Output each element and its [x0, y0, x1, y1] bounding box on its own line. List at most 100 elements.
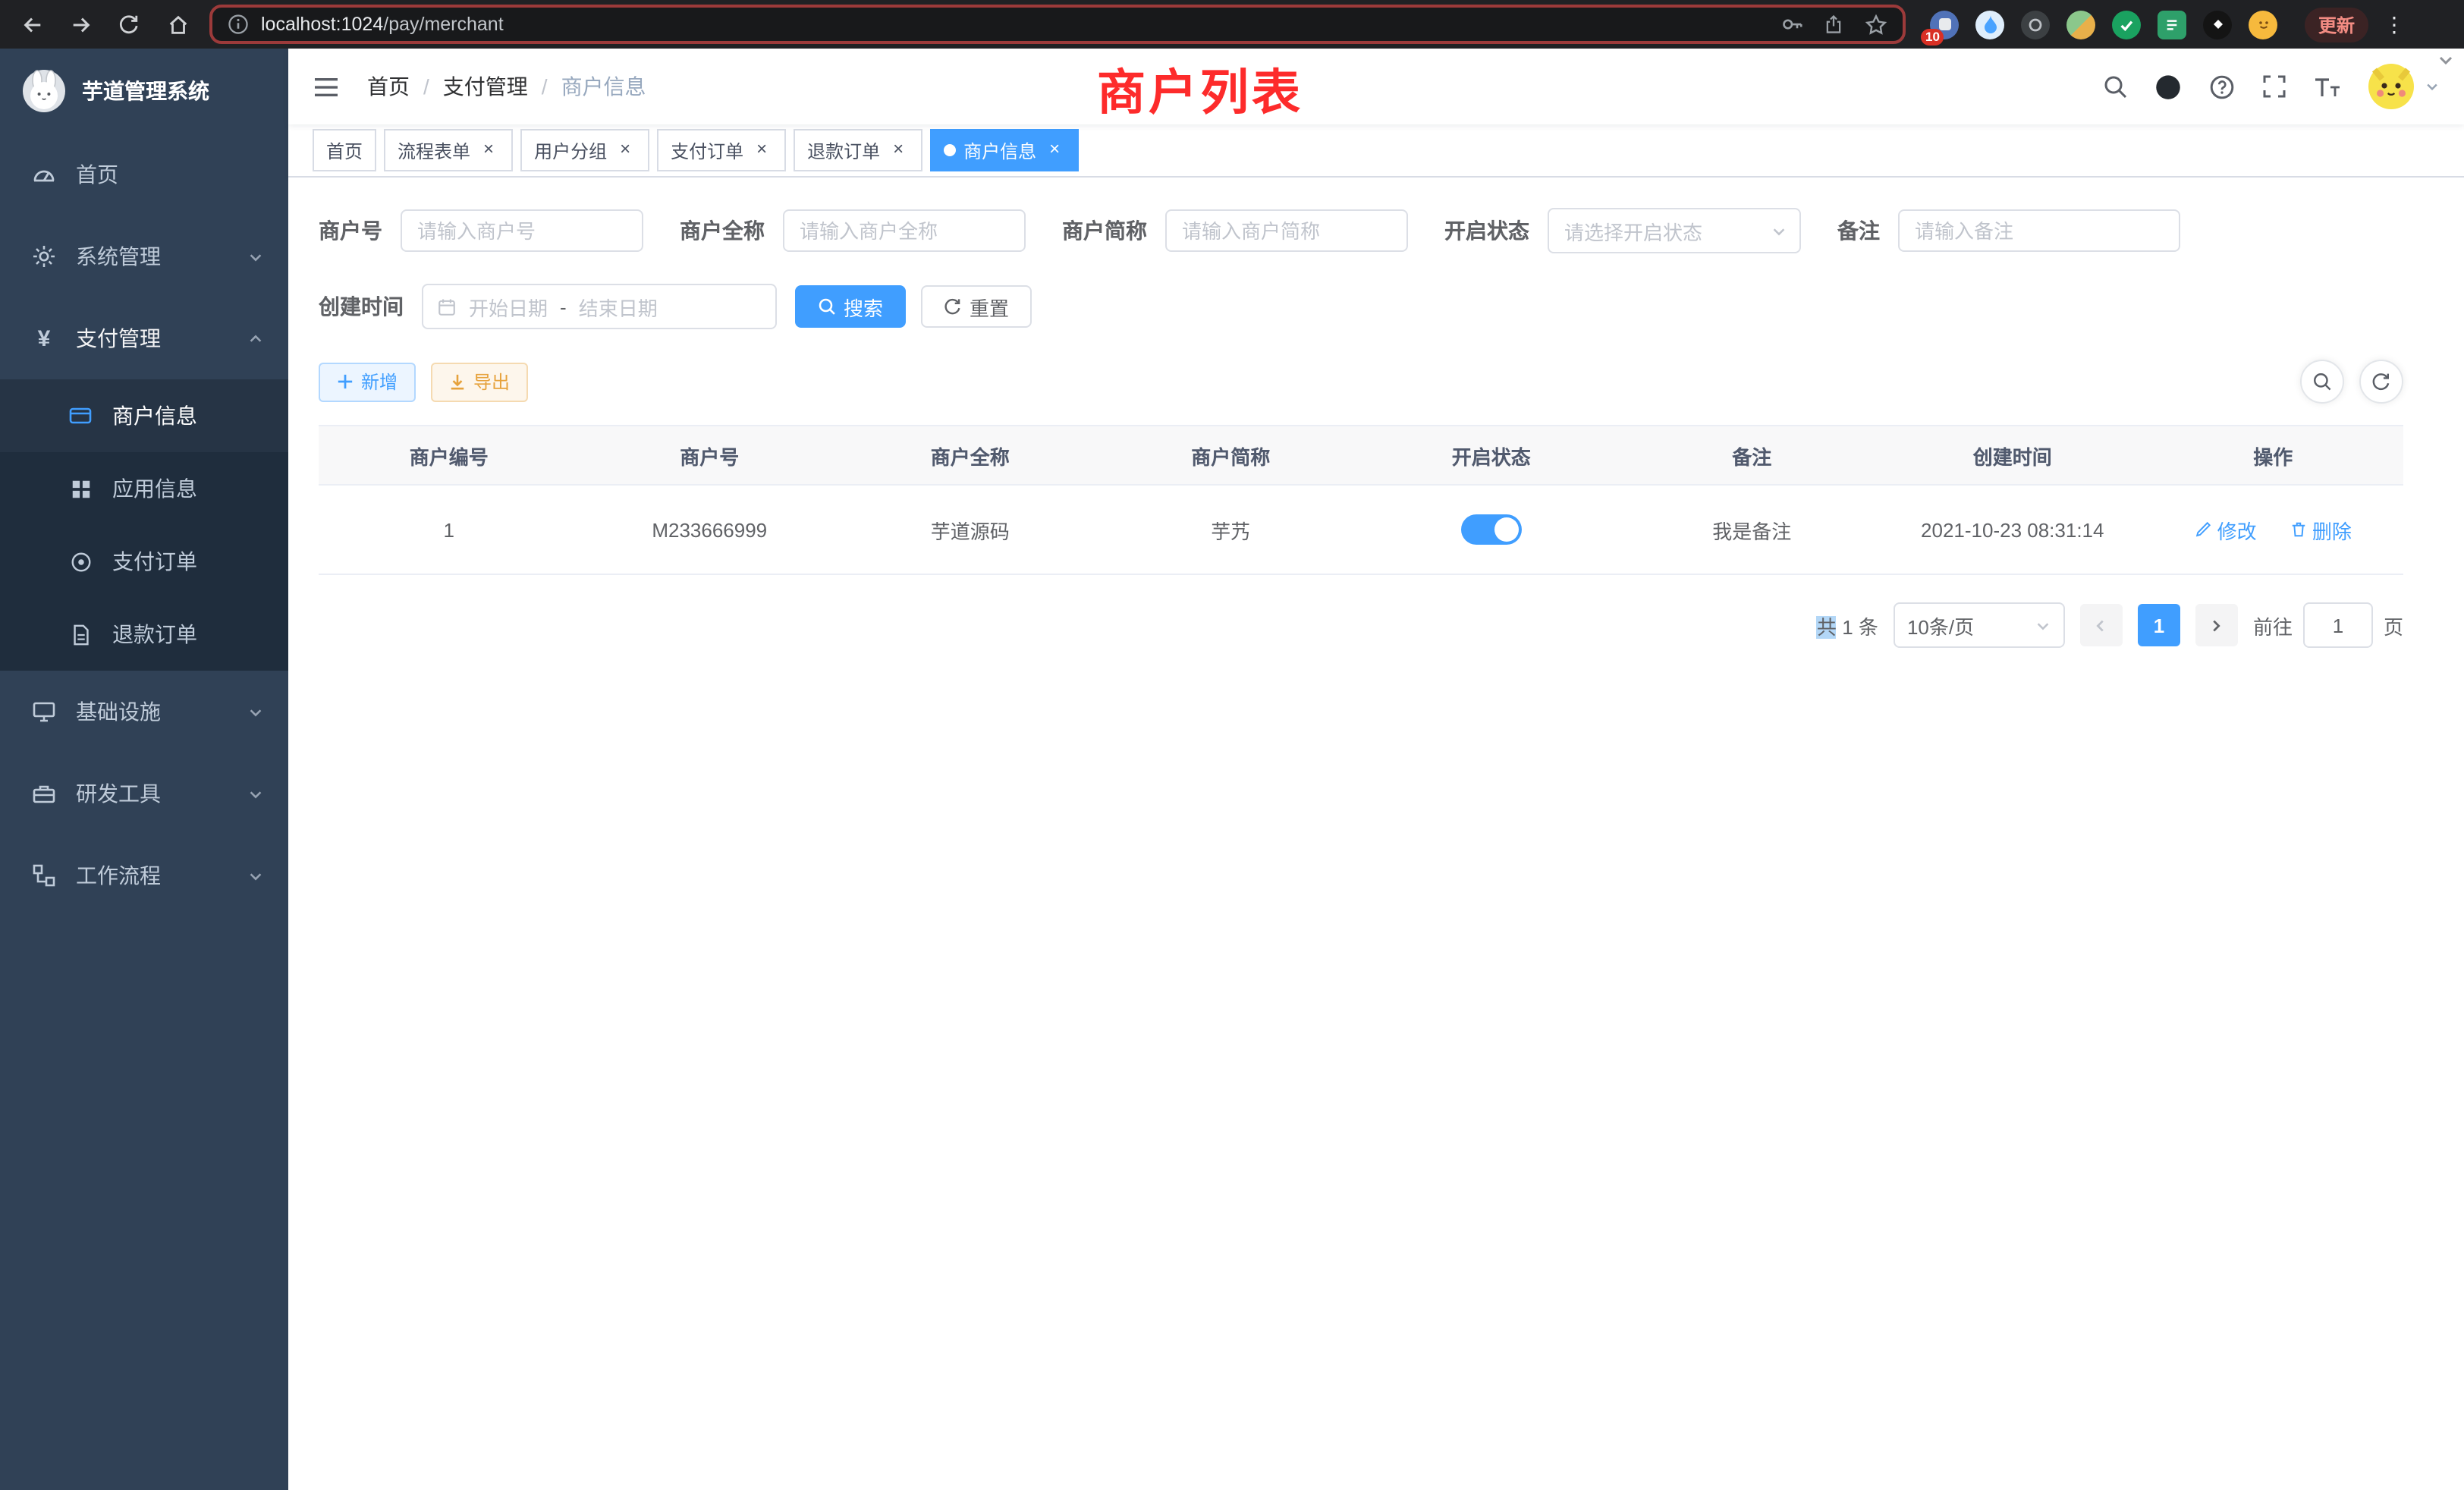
extension-icon-4[interactable]	[2066, 10, 2095, 39]
pencil-icon	[2195, 520, 2213, 539]
total-count: 1	[1842, 615, 1853, 638]
tag-label: 支付订单	[671, 137, 743, 163]
dashboard-icon	[30, 162, 58, 187]
update-button[interactable]: 更新	[2305, 7, 2368, 42]
sidebar-item-pay-order[interactable]: 支付订单	[0, 525, 288, 598]
status-select-placeholder: 请选择开启状态	[1564, 216, 1702, 245]
search-button-label: 搜索	[844, 292, 883, 321]
address-bar-actions	[1781, 13, 1887, 36]
refresh-icon	[944, 297, 962, 316]
toggle-search-button[interactable]	[2300, 360, 2344, 404]
table-header-row: 商户编号 商户号 商户全称 商户简称 开启状态 备注 创建时间 操作	[319, 426, 2403, 485]
close-icon[interactable]: ×	[478, 140, 499, 161]
browser-caret-icon[interactable]	[2437, 52, 2455, 70]
reload-button[interactable]	[112, 8, 146, 41]
page-number-1[interactable]: 1	[2138, 604, 2180, 646]
sidebar-item-label: 基础设施	[76, 696, 247, 727]
tag-label: 商户信息	[963, 137, 1036, 163]
edit-link[interactable]: 修改	[2195, 515, 2257, 544]
extensions-puzzle-icon[interactable]	[2203, 10, 2232, 39]
tag-home[interactable]: 首页	[313, 129, 376, 171]
page-size-select[interactable]: 10条/页	[1894, 602, 2065, 648]
merchant-short-input[interactable]	[1165, 209, 1408, 252]
sidebar-item-devtools[interactable]: 研发工具	[0, 753, 288, 835]
cell-create-time: 2021-10-23 08:31:14	[1882, 485, 2143, 574]
navbar-actions	[2103, 64, 2440, 109]
tag-merchant-info-active[interactable]: 商户信息 ×	[930, 129, 1079, 171]
bookmark-star-icon[interactable]	[1865, 13, 1887, 36]
sidebar-item-merchant-info[interactable]: 商户信息	[0, 379, 288, 452]
breadcrumb-item-payment[interactable]: 支付管理	[443, 71, 528, 102]
github-icon[interactable]	[2154, 73, 2182, 100]
prev-page-button[interactable]	[2080, 604, 2123, 646]
delete-link[interactable]: 删除	[2290, 515, 2352, 544]
goto-page-input[interactable]	[2303, 602, 2373, 648]
browser-menu-button[interactable]: ⋮	[2384, 11, 2405, 37]
sidebar-item-infrastructure[interactable]: 基础设施	[0, 671, 288, 753]
extension-icon-6[interactable]	[2158, 10, 2186, 39]
help-icon[interactable]	[2209, 74, 2235, 99]
sidebar-toggle-icon[interactable]	[313, 75, 340, 98]
tag-process-form[interactable]: 流程表单 ×	[384, 129, 513, 171]
breadcrumb-item-home[interactable]: 首页	[367, 71, 410, 102]
address-bar[interactable]: localhost:1024/pay/merchant	[209, 5, 1906, 44]
share-icon[interactable]	[1824, 14, 1843, 35]
sidebar-item-label: 系统管理	[76, 241, 247, 272]
tag-pay-order[interactable]: 支付订单 ×	[657, 129, 786, 171]
close-icon[interactable]: ×	[888, 140, 909, 161]
logo-avatar	[21, 68, 67, 114]
tag-user-group[interactable]: 用户分组 ×	[520, 129, 649, 171]
date-range-picker[interactable]: 开始日期 - 结束日期	[422, 284, 777, 329]
export-button[interactable]: 导出	[431, 362, 528, 401]
browser-toolbar: localhost:1024/pay/merchant 10	[0, 0, 2464, 49]
search-button[interactable]: 搜索	[795, 285, 906, 328]
status-select[interactable]: 请选择开启状态	[1548, 208, 1801, 253]
extension-icon-2[interactable]	[1975, 10, 2004, 39]
remark-input[interactable]	[1898, 209, 2180, 252]
extension-icon-5[interactable]	[2112, 10, 2141, 39]
sidebar-item-system[interactable]: 系统管理	[0, 215, 288, 297]
sidebar-item-label: 工作流程	[76, 860, 247, 891]
home-button[interactable]	[161, 8, 194, 41]
merchant-name-input[interactable]	[783, 209, 1026, 252]
add-button[interactable]: 新增	[319, 362, 416, 401]
sidebar-item-workflow[interactable]: 工作流程	[0, 835, 288, 916]
close-icon[interactable]: ×	[751, 140, 772, 161]
font-size-icon[interactable]	[2314, 75, 2341, 98]
profile-avatar-icon[interactable]	[2249, 10, 2277, 39]
sidebar-item-label: 商户信息	[112, 401, 264, 431]
reset-button[interactable]: 重置	[921, 285, 1032, 328]
close-icon[interactable]: ×	[614, 140, 636, 161]
extension-icon-1[interactable]: 10	[1930, 10, 1959, 39]
sidebar-item-home[interactable]: 首页	[0, 134, 288, 215]
close-icon[interactable]: ×	[1044, 140, 1065, 161]
col-create-time: 创建时间	[1882, 426, 2143, 485]
back-button[interactable]	[15, 8, 49, 41]
refresh-table-button[interactable]	[2359, 360, 2403, 404]
cell-short-name: 芋艿	[1101, 485, 1362, 574]
merchant-no-input[interactable]	[401, 209, 643, 252]
breadcrumb: 首页 / 支付管理 / 商户信息	[367, 71, 646, 102]
key-icon[interactable]	[1781, 14, 1802, 35]
sidebar-item-app-info[interactable]: 应用信息	[0, 452, 288, 525]
delete-link-label: 删除	[2312, 515, 2352, 544]
sidebar-item-payment[interactable]: ¥ 支付管理	[0, 297, 288, 379]
sidebar-item-label: 退款订单	[112, 619, 264, 649]
next-page-button[interactable]	[2195, 604, 2238, 646]
extension-icon-3[interactable]	[2021, 10, 2050, 39]
fullscreen-icon[interactable]	[2262, 74, 2286, 99]
header-search-icon[interactable]	[2103, 74, 2127, 99]
screen: localhost:1024/pay/merchant 10	[0, 0, 2464, 1490]
tag-refund-order[interactable]: 退款订单 ×	[794, 129, 922, 171]
user-menu[interactable]	[2368, 64, 2440, 109]
sidebar-logo[interactable]: 芋道管理系统	[0, 49, 288, 134]
site-info-icon[interactable]	[228, 14, 249, 35]
filter-merchant-short: 商户简称	[1062, 209, 1408, 252]
status-toggle[interactable]	[1461, 514, 1522, 545]
sidebar-item-refund-order[interactable]: 退款订单	[0, 598, 288, 671]
url-text[interactable]: localhost:1024/pay/merchant	[261, 14, 504, 35]
forward-button[interactable]	[64, 8, 97, 41]
filter-row-2: 创建时间 开始日期 - 结束日期	[319, 284, 2403, 329]
toolbar-right	[2300, 360, 2403, 404]
chevron-down-icon	[247, 248, 264, 265]
